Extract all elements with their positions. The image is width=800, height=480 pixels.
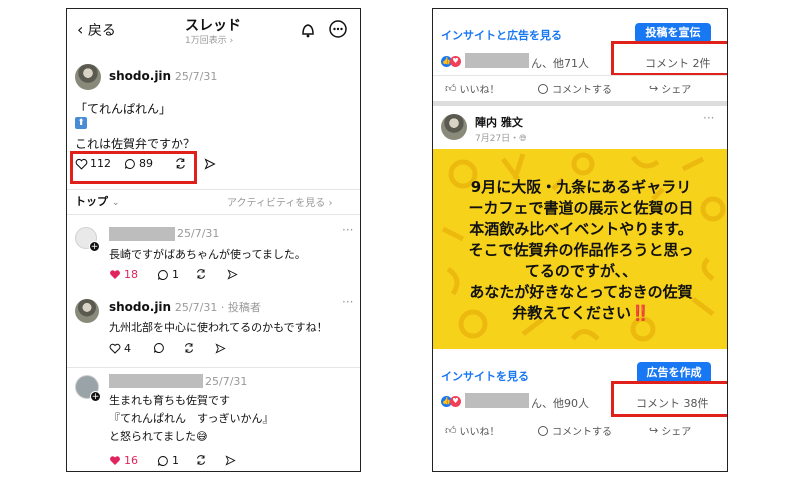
- comment-action-button[interactable]: コメントする: [537, 423, 612, 438]
- divider: [67, 367, 360, 368]
- sort-dropdown[interactable]: トップ ⌄: [75, 193, 119, 209]
- comment-bubble-icon: [158, 269, 168, 280]
- redacted-username: [109, 227, 175, 241]
- comment-button[interactable]: 1: [157, 268, 179, 281]
- post-separator: [433, 101, 727, 106]
- repost-icon[interactable]: [195, 268, 207, 280]
- like-button[interactable]: 4: [109, 342, 131, 355]
- globe-icon: 🌐︎: [519, 134, 527, 144]
- post-author[interactable]: 陣内 雅文: [475, 114, 523, 130]
- avatar[interactable]: [441, 114, 467, 140]
- avatar[interactable]: [75, 64, 101, 90]
- view-count: 1万回表示 ›: [185, 36, 234, 46]
- like-button[interactable]: 16: [109, 454, 138, 467]
- activity-link[interactable]: アクティビティを見る ›: [227, 194, 333, 209]
- redacted-name: [465, 53, 529, 68]
- follow-plus-icon[interactable]: +: [90, 391, 101, 402]
- comment-button[interactable]: 1: [157, 454, 179, 467]
- reply-more-icon[interactable]: ···: [342, 223, 353, 237]
- banner-text: 9月に大阪・九条にあるギャラリ ーカフェで書道の展示と佐賀の日 本酒飲み比べイベ…: [468, 178, 694, 322]
- repost-icon[interactable]: [183, 342, 195, 354]
- reaction-icons: 👍 ♥: [441, 56, 461, 67]
- divider: [67, 189, 360, 190]
- comment-bubble-icon: [538, 83, 548, 94]
- highlight-box: [611, 41, 727, 76]
- share-arrow-icon: ↪: [649, 424, 659, 437]
- reaction-icons: 👍 ♥: [441, 396, 461, 407]
- love-reaction-icon: ♥: [450, 396, 461, 407]
- redacted-username: [109, 374, 203, 388]
- like-action-button[interactable]: 👍︎ いいね！: [445, 81, 500, 96]
- divider: [67, 214, 360, 215]
- post-text-line2: これは佐賀弁ですか？: [75, 137, 196, 151]
- redacted-name: [465, 393, 529, 408]
- share-send-icon[interactable]: [215, 343, 226, 354]
- divider: [433, 75, 727, 76]
- activity-icon[interactable]: [300, 22, 316, 38]
- share-send-icon[interactable]: [204, 158, 216, 170]
- promote-post-button[interactable]: 投稿を宣伝: [635, 23, 711, 43]
- reply-text: 長崎ですがばあちゃんが使ってました。: [109, 248, 306, 261]
- reactions-summary[interactable]: ん、他90人: [531, 395, 589, 411]
- post-date: 7月27日・🌐︎: [475, 134, 527, 144]
- highlight-box: [70, 151, 197, 184]
- reactions-summary[interactable]: ん、他71人: [531, 55, 589, 71]
- comment-bubble-icon: [158, 455, 168, 466]
- post-author[interactable]: shodo.jin 25/7/31: [109, 69, 217, 83]
- reply-more-icon[interactable]: ···: [342, 295, 353, 309]
- highlight-box: [611, 381, 727, 417]
- reply-author[interactable]: shodo.jin 25/7/31 · 投稿者: [109, 299, 261, 315]
- like-button[interactable]: 18: [109, 268, 138, 281]
- share-action-button[interactable]: ↪ シェア: [649, 423, 691, 438]
- reply-text-line3: と怒られてました😅: [109, 430, 208, 443]
- insights-link[interactable]: インサイトを見る: [441, 368, 529, 384]
- share-arrow-icon: ↪: [649, 82, 659, 95]
- reply-text: 九州北部を中心に使われてるのかもですね！: [109, 321, 328, 334]
- back-button[interactable]: ‹ 戻る: [77, 20, 116, 40]
- love-reaction-icon: ♥: [450, 56, 461, 67]
- reply-text-line2: 『てれんぱれん すっぎいかん』: [109, 412, 274, 425]
- page-title: スレッド: [185, 18, 241, 34]
- comment-bubble-icon[interactable]: [153, 342, 165, 354]
- thumbs-up-icon: 👍︎: [445, 424, 457, 437]
- reply-text-line1: 生まれも育ちも佐賀です: [109, 394, 230, 407]
- repost-icon[interactable]: [195, 454, 207, 466]
- reply-date: 25/7/31: [205, 375, 248, 388]
- arrow-up-emoji-icon: ⬆: [75, 117, 87, 129]
- post-text-line1: 「てれんぱれん」: [75, 102, 172, 116]
- heart-filled-icon: [110, 456, 120, 465]
- comment-action-button[interactable]: コメントする: [537, 81, 612, 96]
- like-action-button[interactable]: 👍︎ いいね！: [445, 423, 500, 438]
- post-image-banner: 9月に大阪・九条にあるギャラリ ーカフェで書道の展示と佐賀の日 本酒飲み比べイベ…: [433, 149, 727, 349]
- follow-plus-icon[interactable]: +: [89, 241, 100, 252]
- thumbs-up-icon: 👍︎: [445, 82, 457, 95]
- heart-icon: [109, 343, 121, 354]
- threads-panel: ‹ 戻る スレッド 1万回表示 › shodo.jin 25/7/31 「てれん…: [66, 8, 361, 472]
- post-more-icon[interactable]: ···: [703, 111, 714, 125]
- chevron-left-icon: ‹: [77, 20, 84, 39]
- facebook-panel: インサイトと広告を見る 投稿を宣伝 👍 ♥ ん、他71人 コメント 2件 👍︎ い…: [432, 8, 728, 472]
- insights-ads-link[interactable]: インサイトと広告を見る: [441, 27, 562, 43]
- share-action-button[interactable]: ↪ シェア: [649, 81, 691, 96]
- more-options-icon[interactable]: [329, 20, 347, 38]
- reply-date: 25/7/31: [177, 227, 220, 240]
- avatar[interactable]: [75, 299, 99, 323]
- heart-filled-icon: [110, 270, 120, 279]
- comment-bubble-icon: [538, 425, 548, 436]
- share-send-icon[interactable]: [225, 455, 236, 466]
- share-send-icon[interactable]: [227, 269, 238, 280]
